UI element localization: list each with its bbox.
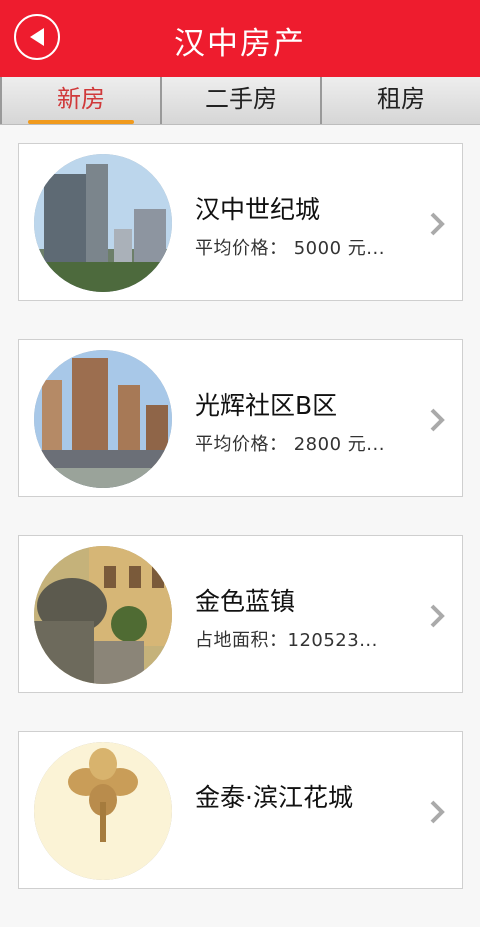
listing-name: 金泰·滨江花城 <box>195 783 353 812</box>
listing-name: 汉中世纪城 <box>195 195 321 224</box>
chevron-right-icon <box>430 604 445 628</box>
chevron-right-icon <box>430 408 445 432</box>
listing-detail: 占地面积：120523... <box>195 630 378 651</box>
listing-image <box>34 350 172 488</box>
listing-detail: 平均价格： 2800 元... <box>195 434 385 455</box>
listing-image <box>34 742 172 880</box>
listing-detail: 平均价格： 5000 元... <box>195 238 385 259</box>
listing-name: 金色蓝镇 <box>195 587 296 616</box>
list-item[interactable]: 光辉社区B区 平均价格： 2800 元... <box>18 339 463 497</box>
listing-image <box>34 546 172 684</box>
list-item[interactable]: 汉中世纪城 平均价格： 5000 元... <box>18 143 463 301</box>
listing-list: 汉中世纪城 平均价格： 5000 元... 光辉社区B区 平均价格： 2800 … <box>18 143 463 927</box>
tab-rental[interactable]: 租房 <box>320 77 480 124</box>
listing-image <box>34 154 172 292</box>
tab-label: 租房 <box>377 85 425 113</box>
app-header: 汉中房产 <box>0 0 480 77</box>
active-tab-indicator <box>28 120 134 124</box>
tab-new-homes[interactable]: 新房 <box>0 77 160 124</box>
chevron-right-icon <box>430 212 445 236</box>
tab-second-hand[interactable]: 二手房 <box>160 77 320 124</box>
page-title: 汉中房产 <box>174 26 306 62</box>
listing-name: 光辉社区B区 <box>195 391 338 420</box>
tab-label: 二手房 <box>205 85 277 113</box>
tab-bar: 新房 二手房 租房 <box>0 77 480 125</box>
list-item[interactable]: 金色蓝镇 占地面积：120523... <box>18 535 463 693</box>
tab-label: 新房 <box>57 85 105 113</box>
list-item[interactable]: 金泰·滨江花城 <box>18 731 463 889</box>
chevron-right-icon <box>430 800 445 824</box>
